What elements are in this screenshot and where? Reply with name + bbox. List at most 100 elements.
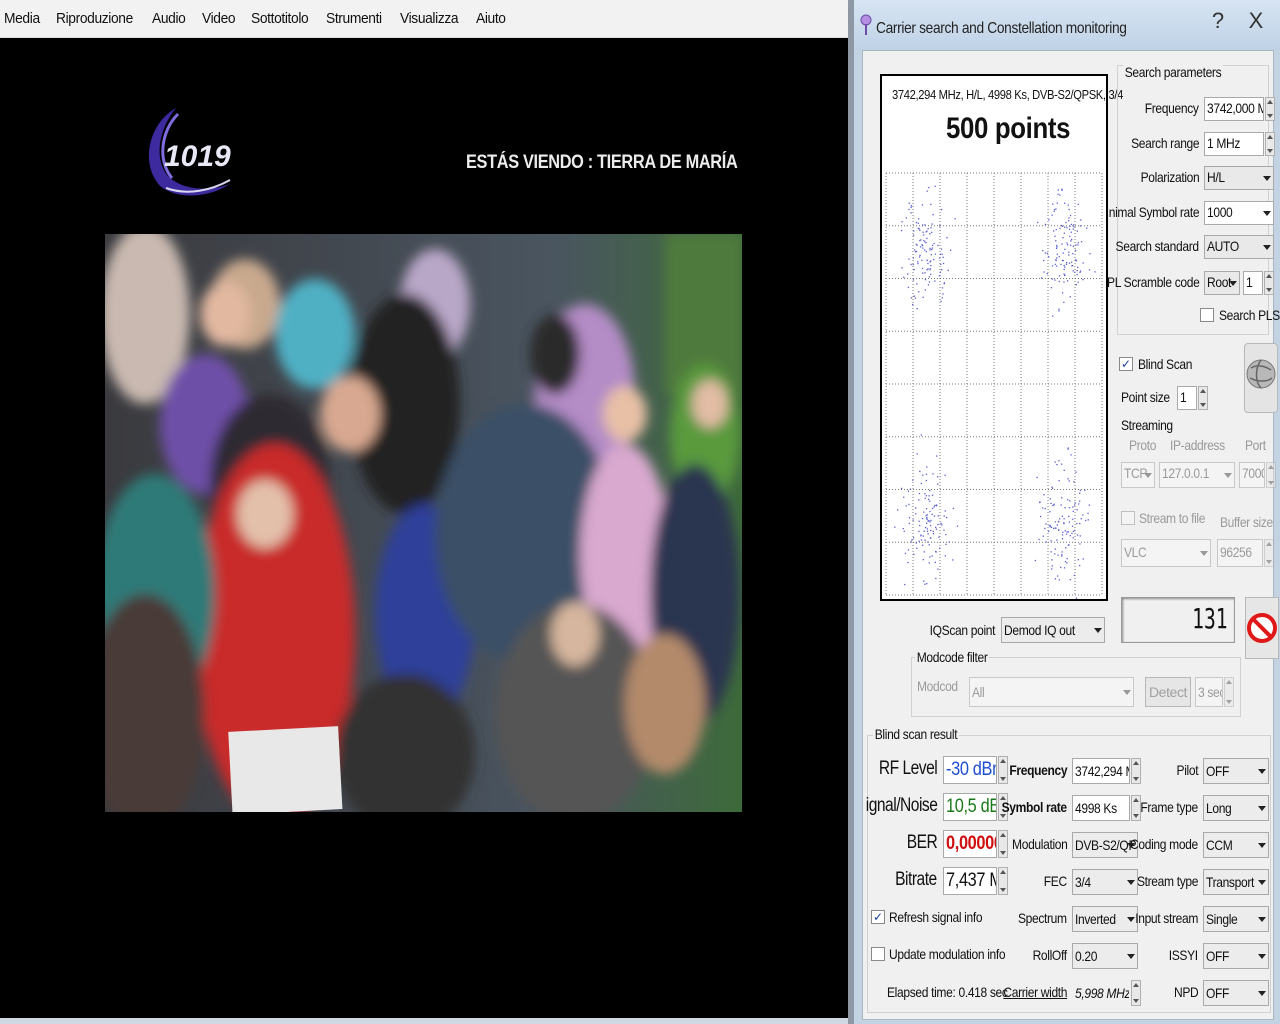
ip-address-select[interactable]: 127.0.0.1 — [1159, 462, 1235, 488]
pl-scramble-code-input[interactable]: 1 — [1243, 271, 1263, 295]
ber-label: BER — [906, 832, 937, 853]
player-select[interactable]: VLC — [1121, 539, 1211, 567]
iq-point — [919, 254, 921, 256]
iq-point — [1039, 501, 1041, 504]
search-range-spinner[interactable] — [1265, 132, 1275, 156]
iq-point — [921, 267, 924, 270]
iq-point — [927, 533, 929, 535]
modcode-select[interactable]: All — [969, 677, 1134, 707]
point-size-spinner[interactable] — [1198, 386, 1208, 410]
result-frequency-spinner[interactable] — [1131, 758, 1141, 784]
blind-scan-result-label: Blind scan result — [873, 726, 959, 742]
close-button[interactable]: X — [1244, 6, 1268, 36]
npd-select[interactable]: OFF — [1203, 980, 1269, 1006]
rolloff-select[interactable]: 0.20 — [1072, 943, 1138, 969]
iq-point — [916, 547, 918, 549]
iq-point — [1050, 502, 1052, 504]
bitrate-spinner[interactable] — [998, 867, 1008, 895]
iq-point — [1054, 527, 1057, 529]
update-modulation-checkbox[interactable] — [871, 947, 885, 961]
iq-point — [1077, 559, 1079, 561]
iq-point — [923, 580, 925, 582]
menu-media[interactable]: Media — [4, 10, 40, 27]
frame-type-select[interactable]: Long — [1203, 795, 1269, 821]
iq-point — [1079, 270, 1082, 272]
iq-point — [912, 519, 914, 521]
fec-select[interactable]: 3/4 — [1072, 869, 1138, 895]
frequency-input[interactable]: 3742,000 MHz — [1204, 97, 1264, 121]
stream-type-select[interactable]: Transport — [1203, 869, 1269, 895]
menu-sottotitolo[interactable]: Sottotitolo — [251, 10, 309, 27]
iq-point — [930, 519, 932, 522]
iq-point — [1048, 256, 1050, 258]
pl-scramble-spinner[interactable] — [1264, 271, 1274, 295]
blind-scan-checkbox[interactable]: ✓ — [1119, 357, 1133, 371]
min-symbol-rate-select[interactable]: 1000 — [1204, 201, 1274, 225]
menu-strumenti[interactable]: Strumenti — [326, 10, 382, 27]
iq-point — [1056, 246, 1058, 248]
carrier-width-link[interactable]: Carrier width — [1003, 984, 1067, 1000]
detect-seconds-spinner[interactable] — [1224, 677, 1234, 707]
menu-audio[interactable]: Audio — [152, 10, 186, 27]
iq-point — [930, 254, 932, 256]
iq-point — [1074, 249, 1077, 251]
iqscan-select[interactable]: Demod IQ out — [1001, 617, 1105, 643]
port-input[interactable]: 7000 — [1239, 462, 1265, 488]
pl-scramble-mode-select[interactable]: Root — [1204, 271, 1240, 295]
polarization-select[interactable]: H/L — [1204, 166, 1274, 190]
iq-point — [924, 224, 926, 226]
coding-mode-select[interactable]: CCM — [1203, 832, 1269, 858]
iq-point — [930, 227, 932, 229]
iq-point — [1068, 507, 1071, 509]
refresh-signal-checkbox[interactable]: ✓ — [871, 910, 885, 924]
menu-riproduzione[interactable]: Riproduzione — [56, 10, 133, 27]
iq-point — [1066, 562, 1068, 564]
detect-seconds-input[interactable]: 3 sec — [1195, 677, 1223, 707]
stream-to-file-checkbox[interactable] — [1121, 511, 1135, 525]
iq-point — [905, 505, 907, 507]
iq-point — [941, 524, 943, 526]
iq-point — [1055, 259, 1057, 262]
buffer-size-input[interactable]: 96256 — [1217, 539, 1263, 567]
frequency-spinner[interactable] — [1265, 97, 1275, 121]
iq-point — [1075, 284, 1077, 286]
iq-point — [1054, 461, 1056, 463]
modulation-select[interactable]: DVB-S2/QP: — [1072, 832, 1138, 858]
search-parameters-label: Search parameters — [1123, 64, 1223, 80]
search-standard-select[interactable]: AUTO — [1204, 235, 1274, 259]
search-pls-checkbox[interactable] — [1200, 308, 1214, 322]
issyi-select[interactable]: OFF — [1203, 943, 1269, 969]
stream-type-label: Stream type — [1136, 873, 1198, 889]
ber-spinner[interactable] — [998, 830, 1008, 858]
carrier-width-spinner[interactable] — [1131, 980, 1141, 1006]
detect-button[interactable]: Detect — [1145, 677, 1191, 707]
iq-point — [1068, 262, 1071, 264]
iq-point — [1067, 531, 1070, 533]
pilot-select[interactable]: OFF — [1203, 758, 1269, 784]
menu-aiuto[interactable]: Aiuto — [476, 10, 506, 27]
search-range-input[interactable]: 1 MHz — [1204, 132, 1264, 156]
port-spinner[interactable] — [1266, 462, 1276, 488]
rf-level-spinner[interactable] — [998, 756, 1008, 784]
menu-visualizza[interactable]: Visualizza — [400, 10, 459, 27]
iq-point — [929, 510, 931, 513]
input-stream-select[interactable]: Single — [1203, 906, 1269, 932]
polarization-label: Polarization — [1140, 169, 1199, 185]
iq-point — [944, 555, 946, 557]
buffer-size-spinner[interactable] — [1264, 539, 1274, 567]
iq-point — [1054, 521, 1056, 523]
point-size-input[interactable]: 1 — [1177, 386, 1197, 410]
stop-button[interactable] — [1245, 597, 1279, 659]
iq-point — [1080, 518, 1082, 520]
menu-video[interactable]: Video — [202, 10, 236, 27]
iq-point — [929, 524, 932, 527]
proto-select[interactable]: TCP — [1121, 462, 1155, 488]
iq-point — [1058, 255, 1060, 258]
iq-point — [1060, 504, 1062, 506]
spectrum-select[interactable]: Inverted — [1072, 906, 1138, 932]
iq-point — [1069, 225, 1071, 228]
snr-value: 10,5 dB — [943, 793, 997, 821]
help-button[interactable]: ? — [1206, 6, 1230, 36]
globe-scan-button[interactable] — [1244, 343, 1278, 413]
dialog-titlebar[interactable]: Carrier search and Constellation monitor… — [854, 0, 1280, 50]
